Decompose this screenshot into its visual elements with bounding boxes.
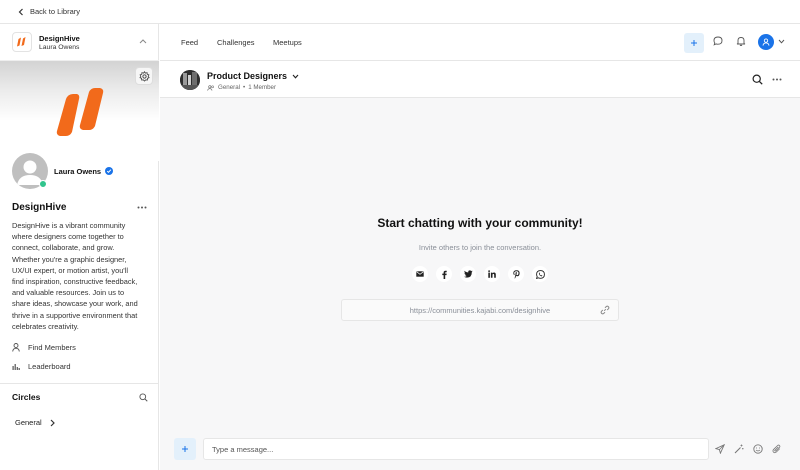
find-members-link[interactable]: Find Members xyxy=(12,343,76,352)
empty-state-subtitle: Invite others to join the conversation. xyxy=(418,243,542,252)
bar-chart-icon xyxy=(12,363,20,370)
email-icon xyxy=(416,271,424,277)
pinterest-icon xyxy=(512,269,520,279)
leaderboard-link[interactable]: Leaderboard xyxy=(12,362,71,371)
community-big-logo xyxy=(54,87,108,139)
more-options-icon[interactable] xyxy=(772,78,782,81)
community-switcher[interactable]: DesignHive Laura Owens xyxy=(0,24,159,61)
tab-meetups[interactable]: Meetups xyxy=(273,38,302,47)
owner-profile[interactable]: Laura Owens xyxy=(12,153,114,189)
channel-name: Product Designers xyxy=(207,71,288,81)
chevron-down-icon[interactable] xyxy=(778,39,785,44)
chevron-down-icon xyxy=(292,74,299,79)
chevron-left-icon xyxy=(18,8,24,16)
paperclip-icon[interactable] xyxy=(772,444,782,454)
attach-plus-button[interactable] xyxy=(174,438,196,460)
share-pinterest-button[interactable] xyxy=(508,266,524,282)
invite-link-field[interactable]: https://communities.kajabi.com/designhiv… xyxy=(341,299,619,321)
share-whatsapp-button[interactable] xyxy=(532,266,548,282)
profile-name: Laura Owens xyxy=(54,166,102,176)
tab-feed[interactable]: Feed xyxy=(181,38,198,47)
circle-label: General xyxy=(15,418,42,427)
find-members-label: Find Members xyxy=(28,343,76,352)
send-icon[interactable] xyxy=(715,444,725,454)
copy-link-icon[interactable] xyxy=(600,305,610,315)
tab-challenges[interactable]: Challenges xyxy=(217,38,255,47)
channel-member-count: 1 Member xyxy=(248,84,277,91)
share-linkedin-button[interactable] xyxy=(484,266,500,282)
community-name: DesignHive xyxy=(39,33,80,43)
emoji-icon[interactable] xyxy=(753,444,763,454)
community-banner xyxy=(0,61,159,161)
sidebar: DesignHive Laura Owens Laura Owens Desig… xyxy=(0,24,159,470)
channel-switcher[interactable]: Product Designers xyxy=(207,71,299,81)
invite-link-text: https://communities.kajabi.com/designhiv… xyxy=(409,305,551,315)
circle-item-general[interactable]: General xyxy=(15,418,55,427)
community-logo xyxy=(12,32,32,52)
create-button[interactable] xyxy=(684,33,704,53)
community-owner: Laura Owens xyxy=(39,43,80,51)
facebook-icon xyxy=(441,270,447,279)
user-avatar-button[interactable] xyxy=(758,34,774,50)
settings-button[interactable] xyxy=(135,67,153,85)
chevron-right-icon xyxy=(50,419,55,427)
message-composer: Type a message... xyxy=(160,434,800,470)
user-icon xyxy=(762,38,770,46)
chat-bubble-icon[interactable] xyxy=(713,36,723,46)
whatsapp-icon xyxy=(535,269,545,279)
share-twitter-button[interactable] xyxy=(460,266,476,282)
group-icon xyxy=(207,84,215,91)
circles-title: Circles xyxy=(12,392,41,402)
twitter-icon xyxy=(463,270,473,278)
share-email-button[interactable] xyxy=(412,266,428,282)
plus-icon xyxy=(690,39,698,47)
channel-circle: General xyxy=(218,84,241,91)
top-bar: Back to Library xyxy=(0,0,800,24)
main-panel: Feed Challenges Meetups Product Designer… xyxy=(160,24,800,470)
search-icon[interactable] xyxy=(139,392,148,402)
community-description: DesignHive is a vibrant community where … xyxy=(12,221,138,331)
back-to-library-link[interactable]: Back to Library xyxy=(18,7,80,16)
verified-badge-icon xyxy=(105,167,114,175)
community-title: DesignHive xyxy=(12,202,67,213)
meta-separator: • xyxy=(243,84,246,91)
channel-meta: General • 1 Member xyxy=(207,84,276,91)
magic-wand-icon[interactable] xyxy=(734,444,744,454)
channel-avatar xyxy=(180,70,200,90)
person-icon xyxy=(12,343,20,352)
empty-state-title: Start chatting with your community! xyxy=(377,216,583,230)
more-options-icon[interactable] xyxy=(137,206,147,209)
bell-icon[interactable] xyxy=(736,36,746,46)
sidebar-divider xyxy=(0,383,159,384)
top-nav: Feed Challenges Meetups xyxy=(160,24,800,61)
linkedin-icon xyxy=(488,270,496,278)
plus-icon xyxy=(181,445,189,453)
message-input[interactable]: Type a message... xyxy=(203,438,709,460)
search-icon[interactable] xyxy=(752,74,763,85)
online-status-dot xyxy=(39,180,47,188)
message-placeholder: Type a message... xyxy=(212,444,274,454)
share-facebook-button[interactable] xyxy=(436,266,452,282)
back-label: Back to Library xyxy=(30,7,81,16)
channel-header: Product Designers General • 1 Member xyxy=(160,61,800,98)
gear-icon xyxy=(138,70,150,82)
leaderboard-label: Leaderboard xyxy=(28,362,71,371)
share-buttons xyxy=(412,266,548,282)
chevron-up-icon xyxy=(139,39,147,44)
